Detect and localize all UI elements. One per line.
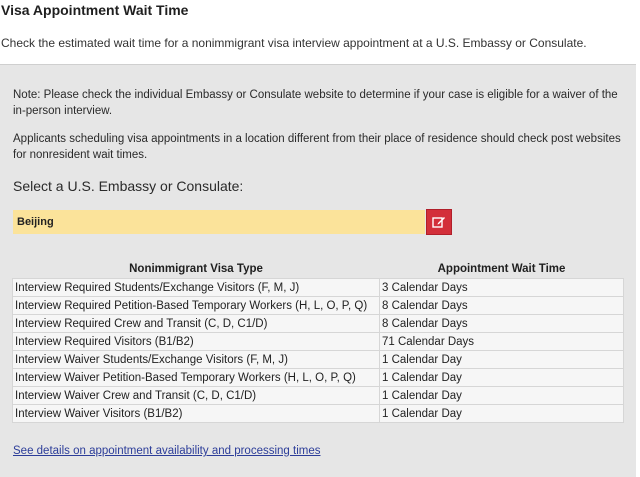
visa-type-cell: Interview Waiver Visitors (B1/B2) [12,404,380,423]
table-row: Interview Required Visitors (B1/B2) 71 Ca… [12,332,624,351]
visa-type-cell: Interview Required Crew and Transit (C, … [12,314,380,333]
visa-type-cell: Interview Waiver Petition-Based Temporar… [12,368,380,387]
note-interview-waiver: Note: Please check the individual Embass… [13,89,618,117]
post-select-field[interactable]: Beijing [13,210,425,234]
select-post-heading: Select a U.S. Embassy or Consulate: [13,178,244,194]
table-row: Interview Waiver Petition-Based Temporar… [12,368,624,387]
table-row: Interview Waiver Visitors (B1/B2) 1 Calen… [12,404,624,423]
wait-time-cell: 1 Calendar Day [379,368,624,387]
wait-time-cell: 71 Calendar Days [379,332,624,351]
edit-icon [432,217,445,228]
page-title: Visa Appointment Wait Time [1,2,189,18]
intro-text: Check the estimated wait time for a noni… [1,36,587,50]
edit-post-button[interactable] [426,209,452,235]
table-row: Interview Waiver Students/Exchange Visit… [12,350,624,369]
wait-time-cell: 1 Calendar Day [379,386,624,405]
wait-time-panel: Note: Please check the individual Embass… [0,64,636,477]
selected-post-value: Beijing [17,216,54,228]
wait-time-cell: 1 Calendar Day [379,404,624,423]
wait-time-cell: 3 Calendar Days [379,278,624,297]
note-nonresident: Applicants scheduling visa appointments … [13,133,621,161]
table-row: Interview Required Petition-Based Tempor… [12,296,624,315]
visa-type-cell: Interview Required Students/Exchange Vis… [12,278,380,297]
column-header-wait-time: Appointment Wait Time [437,262,566,275]
wait-time-cell: 8 Calendar Days [379,296,624,315]
wait-time-cell: 1 Calendar Day [379,350,624,369]
visa-type-cell: Interview Required Petition-Based Tempor… [12,296,380,315]
table-row: Interview Required Students/Exchange Vis… [12,278,624,297]
wait-time-table: Nonimmigrant Visa Type Appointment Wait … [12,259,624,423]
visa-type-cell: Interview Waiver Students/Exchange Visit… [12,350,380,369]
table-header-row: Nonimmigrant Visa Type Appointment Wait … [13,259,624,279]
details-link[interactable]: See details on appointment availability … [13,445,321,457]
visa-type-cell: Interview Waiver Crew and Transit (C, D,… [12,386,380,405]
table-row: Interview Required Crew and Transit (C, … [12,314,624,333]
wait-time-cell: 8 Calendar Days [379,314,624,333]
column-header-visa-type: Nonimmigrant Visa Type [129,262,263,275]
visa-type-cell: Interview Required Visitors (B1/B2) [12,332,380,351]
table-row: Interview Waiver Crew and Transit (C, D,… [12,386,624,405]
